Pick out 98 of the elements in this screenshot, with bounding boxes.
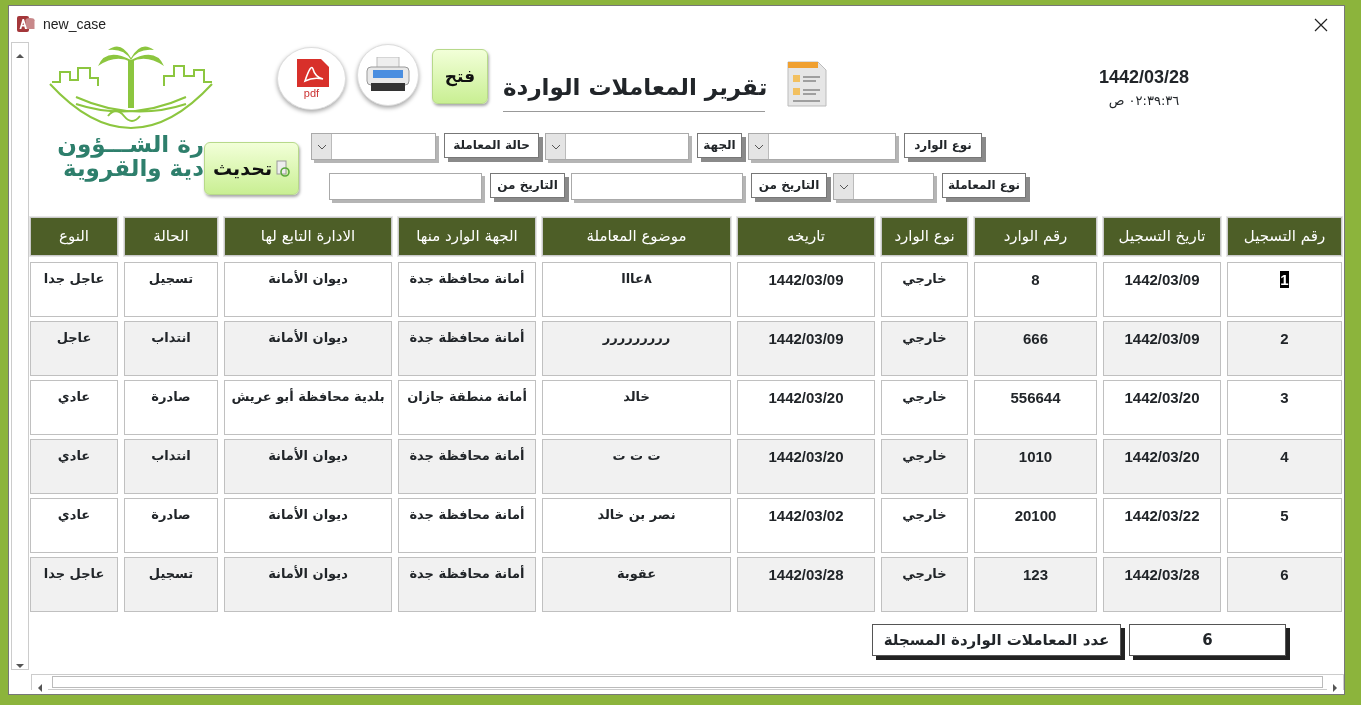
table-cell: 3 — [1227, 380, 1342, 435]
table-cell: بلدية محافظة أبو عريش — [224, 380, 392, 435]
table-cell: تسجيل — [124, 262, 218, 317]
table-cell: أمانة محافظة جدة — [398, 262, 536, 317]
table-cell: عادي — [30, 439, 118, 494]
table-cell: ديوان الأمانة — [224, 321, 392, 376]
column-header[interactable]: رقم الوارد — [974, 217, 1097, 256]
column-header[interactable]: الادارة التابع لها — [224, 217, 392, 256]
column-header[interactable]: الجهة الوارد منها — [398, 217, 536, 256]
table-cell: 6 — [1227, 557, 1342, 612]
column-header[interactable]: موضوع المعاملة — [542, 217, 731, 256]
table-cell: خارجي — [881, 321, 968, 376]
table-cell: 1442/03/20 — [1103, 380, 1221, 435]
open-button[interactable]: فتح — [432, 49, 488, 104]
table-cell: 1442/03/28 — [1103, 557, 1221, 612]
table-cell: 2 — [1227, 321, 1342, 376]
table-cell: 1 — [1227, 262, 1342, 317]
table-cell: ديوان الأمانة — [224, 498, 392, 553]
table-cell: ديوان الأمانة — [224, 557, 392, 612]
window-title: new_case — [43, 14, 107, 34]
table-cell: صادرة — [124, 380, 218, 435]
table-cell: ديوان الأمانة — [224, 439, 392, 494]
table-cell: أمانة محافظة جدة — [398, 439, 536, 494]
combo-box[interactable] — [748, 133, 896, 160]
scroll-thumb[interactable] — [52, 676, 1323, 688]
refresh-button[interactable]: تحديث — [204, 142, 299, 195]
table-cell: 1442/03/20 — [737, 439, 875, 494]
table-cell: أمانة محافظة جدة — [398, 498, 536, 553]
table-cell: خارجي — [881, 557, 968, 612]
table-cell: 1442/03/09 — [737, 262, 875, 317]
table-cell: 20100 — [974, 498, 1097, 553]
date-text: 1442/03/28 — [1098, 66, 1190, 89]
table-cell: خارجي — [881, 380, 968, 435]
table-cell: أمانة محافظة جدة — [398, 321, 536, 376]
table-cell: 1442/03/09 — [737, 321, 875, 376]
table-cell: 8 — [974, 262, 1097, 317]
column-header[interactable]: النوع — [30, 217, 118, 256]
table-cell: أمانة منطقة جازان — [398, 380, 536, 435]
table-cell: انتداب — [124, 439, 218, 494]
table-cell: ديوان الأمانة — [224, 262, 392, 317]
report-title: تقرير المعاملات الواردة — [503, 70, 765, 112]
table-cell: ٨عااا — [542, 262, 731, 317]
time-text: ٠٢:٣٩:٣٦ ص — [1108, 92, 1180, 111]
table-cell: 1442/03/20 — [737, 380, 875, 435]
horizontal-scrollbar[interactable] — [31, 674, 1344, 690]
document-icon — [294, 58, 329, 87]
chevron-icon — [838, 183, 849, 190]
input-field[interactable] — [571, 173, 743, 200]
report-icon — [784, 60, 829, 110]
table-cell: خارجي — [881, 262, 968, 317]
table-cell: تسجيل — [124, 557, 218, 612]
table-cell: عادي — [30, 380, 118, 435]
combo-box[interactable] — [311, 133, 436, 160]
column-header[interactable]: تاريخه — [737, 217, 875, 256]
chevron-icon — [316, 143, 327, 150]
table-cell: 1010 — [974, 439, 1097, 494]
table-cell: 123 — [974, 557, 1097, 612]
table-cell: 5 — [1227, 498, 1342, 553]
table-cell: انتداب — [124, 321, 218, 376]
chevron-icon — [753, 143, 764, 150]
table-cell: أمانة محافظة جدة — [398, 557, 536, 612]
column-header[interactable]: تاريخ التسجيل — [1103, 217, 1221, 256]
input-field[interactable] — [329, 173, 482, 200]
pdf-button[interactable]: pdf — [277, 47, 346, 110]
vertical-scrollbar[interactable] — [11, 42, 29, 670]
table-cell: 1442/03/22 — [1103, 498, 1221, 553]
table-cell: 1442/03/09 — [1103, 262, 1221, 317]
table-cell: خارجي — [881, 498, 968, 553]
table-cell: 1442/03/28 — [737, 557, 875, 612]
close-icon — [1314, 17, 1328, 32]
printer-icon — [365, 57, 411, 93]
table-cell: 556644 — [974, 380, 1097, 435]
table-cell: ررررررررر — [542, 321, 731, 376]
combo-box[interactable] — [833, 173, 934, 200]
table-cell: 4 — [1227, 439, 1342, 494]
table-cell: خارجي — [881, 439, 968, 494]
print-button[interactable] — [357, 44, 419, 106]
table-cell: 1442/03/09 — [1103, 321, 1221, 376]
column-header[interactable]: نوع الوارد — [881, 217, 968, 256]
table-cell: 1442/03/02 — [737, 498, 875, 553]
table-cell: نصر بن خالد — [542, 498, 731, 553]
table-cell: خالد — [542, 380, 731, 435]
table-cell: ت ت ت — [542, 439, 731, 494]
table-cell: عاجل — [30, 321, 118, 376]
table-cell: عادي — [30, 498, 118, 553]
column-header[interactable]: الحالة — [124, 217, 218, 256]
table-cell: عاجل جدا — [30, 262, 118, 317]
chevron-icon — [550, 143, 561, 150]
column-header[interactable]: رقم التسجيل — [1227, 217, 1342, 256]
table-cell: صادرة — [124, 498, 218, 553]
logo-text: رة الشـــؤون — [56, 132, 204, 156]
table-cell: عاجل جدا — [30, 557, 118, 612]
table-cell: 1442/03/20 — [1103, 439, 1221, 494]
app-icon — [17, 15, 35, 33]
refresh-icon — [276, 159, 291, 178]
combo-box[interactable] — [545, 133, 689, 160]
table-cell: عقوبة — [542, 557, 731, 612]
table-cell: 666 — [974, 321, 1097, 376]
